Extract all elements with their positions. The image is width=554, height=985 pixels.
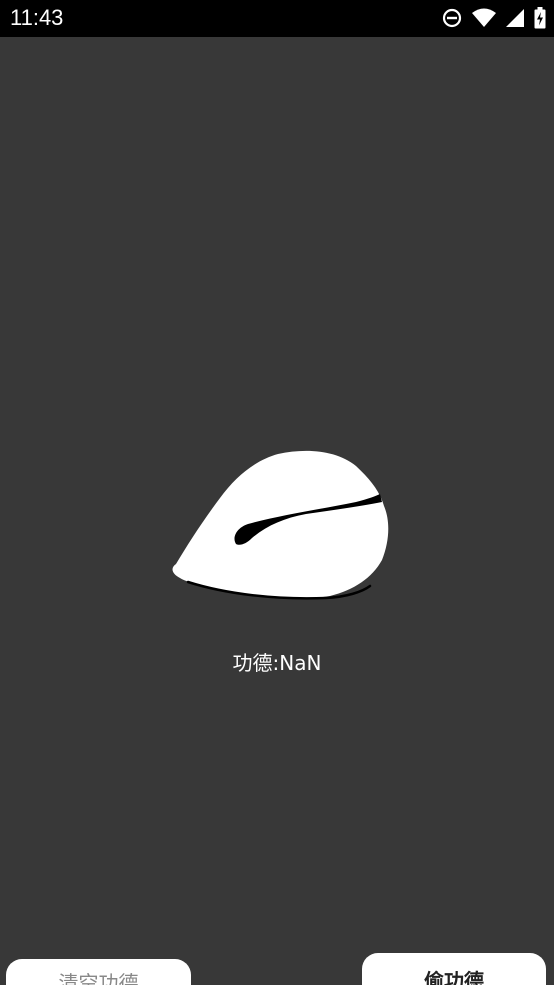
clear-merit-button[interactable]: 清空功德 (6, 959, 191, 985)
do-not-disturb-icon (442, 8, 462, 28)
battery-charging-icon (534, 7, 546, 29)
status-bar: 11:43 (0, 0, 554, 37)
wifi-icon (472, 8, 496, 27)
status-icons (442, 7, 546, 29)
cellular-signal-icon (506, 9, 524, 27)
merit-counter: 功德:NaN (232, 651, 322, 675)
steal-merit-button[interactable]: 偷功德 (362, 953, 546, 985)
status-time: 11:43 (10, 5, 64, 30)
app-screen: 11:43 功德:NaN 清空功德 偷功德 (0, 0, 554, 985)
wooden-fish-icon[interactable] (166, 448, 394, 604)
